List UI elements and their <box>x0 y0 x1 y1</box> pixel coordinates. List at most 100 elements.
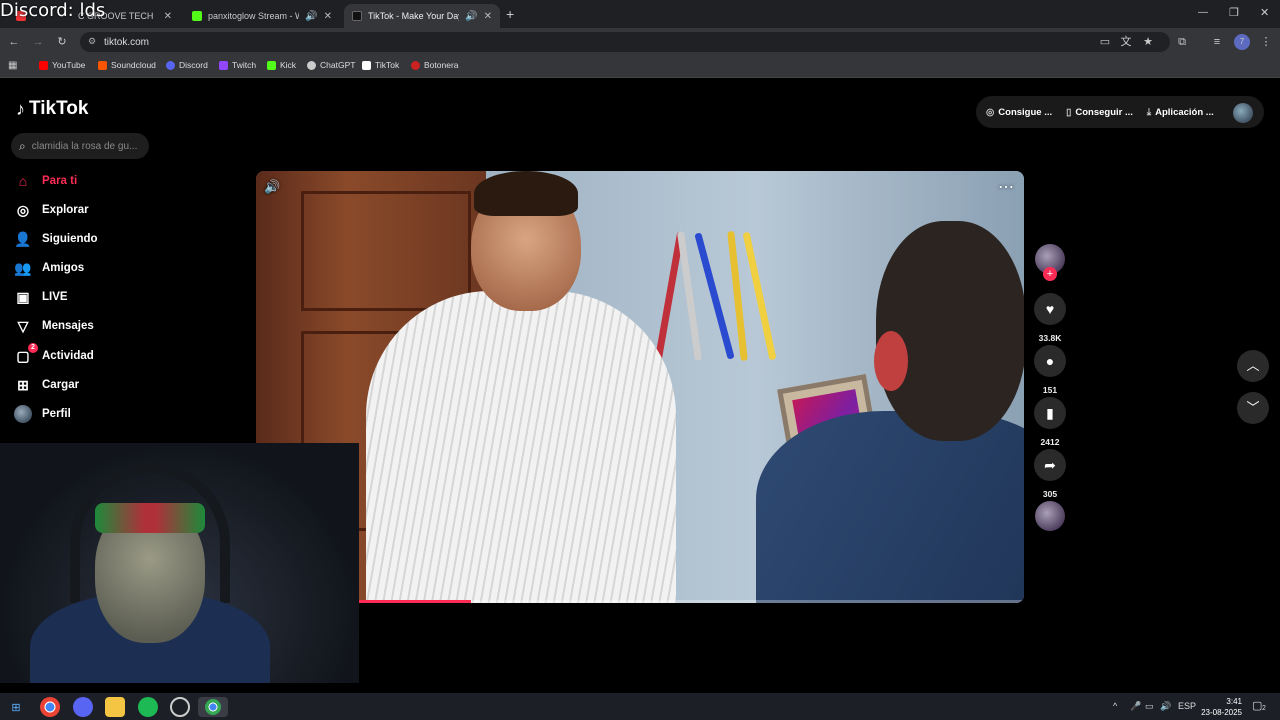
get-app-button[interactable]: ▯ Conseguir ... <box>1066 107 1133 118</box>
taskbar: ⊞ ^ 🎤 ▭ 🔊 ESP 3:41 23-08-2025 ▢ 2 <box>0 693 1280 720</box>
follow-plus-icon[interactable]: + <box>1043 267 1057 281</box>
home-icon: ⌂ <box>18 173 28 189</box>
nav-item-cargar[interactable]: ⊞ Cargar <box>14 375 79 395</box>
coins-button[interactable]: ◎ Consigue ... <box>986 107 1052 118</box>
network-icon[interactable]: ▭ <box>1145 701 1154 712</box>
comment-icon[interactable]: ● <box>1034 345 1066 377</box>
browser-tab[interactable]: panxitoglow Stream - Wat 🔊 ✕ <box>184 4 340 28</box>
address-url: tiktok.com <box>104 36 150 48</box>
nav-item-explorar[interactable]: ◎ Explorar <box>14 200 89 220</box>
download-app-button[interactable]: ⤓ Aplicación ... <box>1147 107 1214 118</box>
menu-icon[interactable]: ⋮ <box>1258 34 1274 50</box>
browser-tab-active[interactable]: TikTok - Make Your Day 🔊 ✕ <box>344 4 500 28</box>
share-action[interactable]: ➦ 305 <box>1034 449 1066 499</box>
obs-icon[interactable] <box>170 697 190 717</box>
friends-icon: 👥 <box>14 259 32 276</box>
more-options-icon[interactable]: ⋯ <box>998 177 1014 197</box>
video-progress-bar[interactable] <box>256 600 1024 603</box>
clock-date: 23-08-2025 <box>1201 708 1242 717</box>
search-input[interactable]: ⌕ clamidia la rosa de gu... <box>11 133 149 159</box>
chrome-active-icon[interactable] <box>198 697 228 717</box>
bookmark-tiktok[interactable]: TikTok <box>362 60 399 70</box>
apps-grid-icon[interactable]: ▦ <box>8 60 17 71</box>
video-player[interactable]: 🔊 ⋯ <box>256 171 1024 603</box>
restore-button[interactable]: ❐ <box>1229 6 1239 19</box>
reload-icon[interactable]: ↻ <box>54 34 70 50</box>
upload-icon: ⊞ <box>17 376 29 393</box>
bookmark-star-icon[interactable]: ★ <box>1140 34 1156 50</box>
tab-audio-icon[interactable]: 🔊 <box>465 11 477 22</box>
comment-action[interactable]: ● 151 <box>1034 345 1066 395</box>
chevron-up-icon[interactable]: ︿ <box>1237 350 1269 382</box>
forward-icon[interactable]: → <box>30 34 46 50</box>
user-avatar[interactable] <box>1233 103 1253 123</box>
language-indicator[interactable]: ESP <box>1178 701 1196 711</box>
speaker-icon[interactable]: 🔊 <box>1160 701 1171 712</box>
top-actions-bar: ◎ Consigue ... ▯ Conseguir ... ⤓ Aplicación… <box>976 96 1264 128</box>
profile-avatar-icon[interactable]: 7 <box>1234 34 1250 50</box>
chevron-up-tray-icon[interactable]: ^ <box>1113 701 1117 711</box>
nav-item-para-ti[interactable]: ⌂ Para ti <box>14 171 77 191</box>
translate-icon[interactable]: 文 <box>1118 34 1134 50</box>
heart-icon[interactable]: ♥ <box>1034 293 1066 325</box>
chatgpt-icon <box>307 60 316 70</box>
phone-icon: ▯ <box>1066 106 1072 118</box>
nav-item-siguiendo[interactable]: 👤 Siguiendo <box>14 229 97 249</box>
site-info-icon[interactable]: ⚙ <box>88 36 96 47</box>
notifications-icon[interactable]: ▢ <box>1252 699 1262 712</box>
search-placeholder: clamidia la rosa de gu... <box>31 140 138 152</box>
nav-item-amigos[interactable]: 👥 Amigos <box>14 258 84 278</box>
file-explorer-icon[interactable] <box>105 697 125 717</box>
windows-start-icon[interactable]: ⊞ <box>6 697 26 717</box>
bookmark-chatgpt[interactable]: ChatGPT <box>307 60 355 70</box>
live-icon: ▣ <box>16 288 30 305</box>
close-tab-icon[interactable]: ✕ <box>324 11 332 22</box>
video-frame-man <box>366 171 676 603</box>
cast-icon[interactable]: ▭ <box>1097 34 1113 50</box>
close-window-button[interactable]: ✕ <box>1260 6 1269 19</box>
like-action[interactable]: ♥ 33.8K <box>1034 293 1066 343</box>
bookmark-youtube[interactable]: YouTube <box>39 60 85 70</box>
chevron-down-icon[interactable]: ﹀ <box>1237 392 1269 424</box>
extensions-icon[interactable]: ⧉ <box>1174 34 1190 50</box>
sound-avatar[interactable] <box>1035 501 1065 531</box>
nav-item-mensajes[interactable]: ▽ Mensajes <box>14 316 94 336</box>
tiktok-logo[interactable]: ♪ TikTok <box>16 98 88 120</box>
bookmark-twitch[interactable]: Twitch <box>219 60 256 70</box>
address-bar[interactable]: ⚙ tiktok.com <box>80 32 1170 52</box>
nav-item-actividad[interactable]: ▢ 2 Actividad <box>14 343 94 366</box>
minimize-button[interactable]: — <box>1198 7 1208 18</box>
tiktok-icon <box>362 60 371 70</box>
media-icon[interactable]: ≡ <box>1209 34 1225 50</box>
bookmark-botonera[interactable]: Botonera <box>411 60 459 70</box>
compass-icon: ◎ <box>16 201 30 218</box>
youtube-icon <box>39 60 48 70</box>
bookmark-kick[interactable]: Kick <box>267 60 296 70</box>
search-icon: ⌕ <box>19 138 26 153</box>
save-count: 2412 <box>1040 437 1060 447</box>
save-action[interactable]: ▮ 2412 <box>1034 397 1066 447</box>
system-clock[interactable]: 3:41 23-08-2025 <box>1198 696 1242 718</box>
close-tab-icon[interactable]: ✕ <box>164 11 172 22</box>
close-tab-icon[interactable]: ✕ <box>484 11 492 22</box>
twitch-icon <box>219 60 228 70</box>
tab-audio-icon[interactable]: 🔊 <box>305 11 317 22</box>
coin-icon: ◎ <box>986 106 995 118</box>
back-icon[interactable]: ← <box>6 34 22 50</box>
bookmark-soundcloud[interactable]: Soundcloud <box>98 60 156 70</box>
bookmark-discord[interactable]: Discord <box>166 60 208 70</box>
video-frame-boy <box>756 211 1024 603</box>
chrome-icon[interactable] <box>40 697 60 717</box>
volume-icon[interactable]: 🔊 <box>264 179 280 195</box>
clock-time: 3:41 <box>1226 697 1242 706</box>
nav-item-perfil[interactable]: Perfil <box>14 404 71 424</box>
spotify-icon[interactable] <box>138 697 158 717</box>
microphone-icon[interactable]: 🎤 <box>1130 701 1141 712</box>
share-icon[interactable]: ➦ <box>1034 449 1066 481</box>
webcam-overlay <box>0 443 359 683</box>
new-tab-button[interactable]: + <box>506 6 514 22</box>
bookmark-icon[interactable]: ▮ <box>1034 397 1066 429</box>
nav-item-live[interactable]: ▣ LIVE <box>14 287 67 307</box>
discord-icon[interactable] <box>73 697 93 717</box>
messages-icon: ▽ <box>17 317 29 334</box>
